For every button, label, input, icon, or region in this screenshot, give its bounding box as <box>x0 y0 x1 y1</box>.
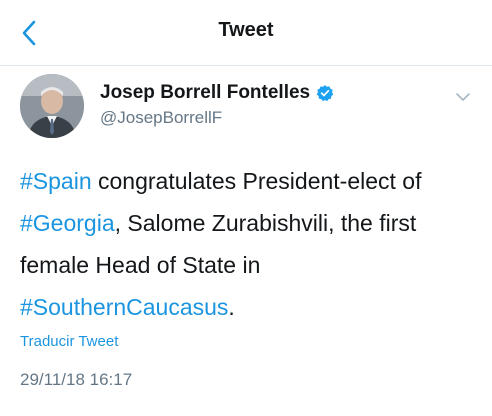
tweet-detail-screen: Tweet Josep Borrell Fontelles @JosepBorr… <box>0 0 492 416</box>
avatar[interactable] <box>20 74 84 138</box>
display-name[interactable]: Josep Borrell Fontelles <box>100 82 310 104</box>
tweet-line-text: , Salome Zurabishvili, the first <box>114 210 417 236</box>
tweet-timestamp: 29/11/18 16:17 <box>20 370 133 389</box>
hashtag-link[interactable]: #Spain <box>20 168 92 194</box>
translate-tweet-link[interactable]: Traducir Tweet <box>20 333 118 350</box>
verified-badge-icon <box>316 85 334 102</box>
tweet-line-text: congratulates President-elect of <box>91 168 422 194</box>
hashtag-link[interactable]: #Georgia <box>20 210 115 236</box>
tweet-line: #Spain congratulates President-elect of <box>20 160 476 202</box>
tweet-line-text: . <box>228 294 235 320</box>
hashtag-link[interactable]: #SouthernCaucasus <box>20 294 228 320</box>
display-name-row: Josep Borrell Fontelles <box>100 82 334 104</box>
tweet-line-text: female Head of State in <box>20 252 261 278</box>
chevron-down-icon[interactable] <box>454 88 472 106</box>
nav-bar: Tweet <box>0 0 492 66</box>
tweet-line: #Georgia, Salome Zurabishvili, the first <box>20 202 476 244</box>
page-title: Tweet <box>218 19 274 41</box>
tweet-author: Josep Borrell Fontelles @JosepBorrellF <box>0 66 492 152</box>
tweet-line: #SouthernCaucasus. <box>20 286 476 328</box>
author-names: Josep Borrell Fontelles @JosepBorrellF <box>100 82 334 128</box>
tweet-text: #Spain congratulates President-elect of … <box>20 160 476 328</box>
tweet-line: female Head of State in <box>20 244 476 286</box>
user-handle[interactable]: @JosepBorrellF <box>100 108 334 128</box>
avatar-photo-icon <box>20 74 84 138</box>
